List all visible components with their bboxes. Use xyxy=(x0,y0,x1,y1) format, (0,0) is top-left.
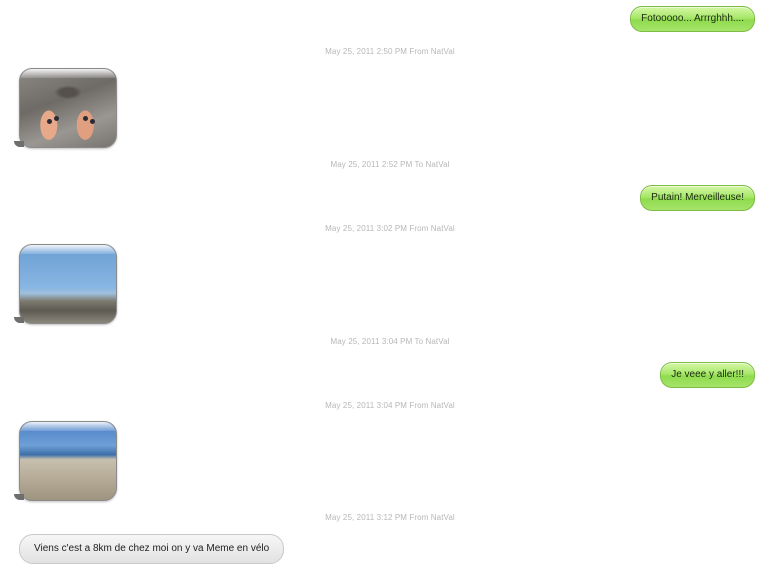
bubble-gloss xyxy=(20,69,116,78)
message-thread: Fotooooo... Arrrghhh.... May 25, 2011 2:… xyxy=(0,0,757,565)
message-timestamp: May 25, 2011 3:04 PM From NatVal xyxy=(325,401,455,410)
bubble-tail xyxy=(14,494,24,500)
incoming-photo-bubble[interactable] xyxy=(19,244,117,324)
message-timestamp: May 25, 2011 3:12 PM From NatVal xyxy=(325,513,455,522)
bubble-gloss xyxy=(20,245,116,254)
photo-detail xyxy=(90,119,95,124)
outgoing-message-bubble[interactable]: Fotooooo... Arrrghhh.... xyxy=(630,6,755,32)
message-text: Fotooooo... Arrrghhh.... xyxy=(641,13,744,24)
incoming-message-bubble[interactable]: Viens c'est a 8km de chez moi on y va Me… xyxy=(19,534,285,564)
bubble-tail xyxy=(14,317,24,323)
message-timestamp: May 25, 2011 2:52 PM To NatVal xyxy=(330,160,450,169)
incoming-photo-bubble[interactable] xyxy=(19,68,117,148)
message-timestamp: May 25, 2011 3:02 PM From NatVal xyxy=(325,224,455,233)
outgoing-message-bubble[interactable]: Je veee y aller!!! xyxy=(660,362,755,388)
outgoing-message-bubble[interactable]: Putain! Merveilleuse! xyxy=(640,185,755,211)
photo-detail xyxy=(47,119,52,124)
bubble-tail xyxy=(14,141,24,147)
message-text: Je veee y aller!!! xyxy=(671,369,744,380)
photo-detail xyxy=(83,116,88,121)
incoming-photo-bubble[interactable] xyxy=(19,421,117,501)
message-timestamp: May 25, 2011 3:04 PM To NatVal xyxy=(330,337,450,346)
message-text: Putain! Merveilleuse! xyxy=(651,192,744,203)
message-text: Viens c'est a 8km de chez moi on y va Me… xyxy=(34,543,270,554)
message-timestamp: May 25, 2011 2:50 PM From NatVal xyxy=(325,47,455,56)
photo-detail xyxy=(54,116,59,121)
bubble-gloss xyxy=(20,422,116,431)
